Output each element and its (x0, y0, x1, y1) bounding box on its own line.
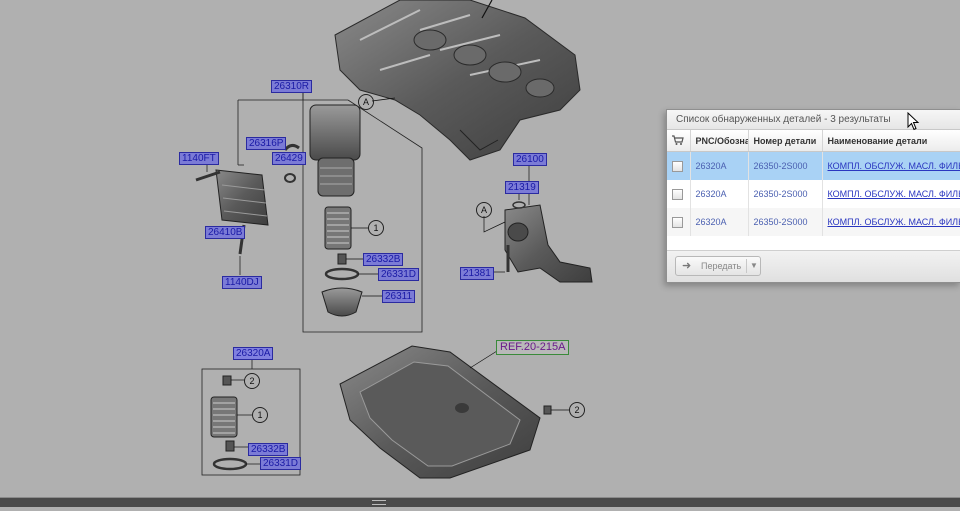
send-button-label: Передать (701, 261, 742, 271)
callout-26311[interactable]: 26311 (382, 290, 416, 303)
row-pnc: 26320A (690, 151, 749, 180)
callout-21319[interactable]: 21319 (505, 181, 539, 194)
mouse-cursor-icon (907, 112, 920, 131)
chevron-down-icon[interactable]: ▼ (750, 257, 758, 275)
table-row[interactable]: 26320A 26350-2S000 КОМПЛ. ОБСЛУЖ. МАСЛ. … (667, 208, 960, 236)
column-header-part-number[interactable]: Номер детали (748, 130, 823, 152)
marker-a-block: A (358, 94, 374, 110)
marker-2-right: 2 (569, 402, 585, 418)
row-part-name-link[interactable]: КОМПЛ. ОБСЛУЖ. МАСЛ. ФИЛЬТ (822, 180, 960, 208)
marker-1-bottom: 1 (252, 407, 268, 423)
row-checkbox-cell[interactable] (667, 208, 691, 236)
send-button[interactable]: ➜ Передать ▼ (675, 256, 761, 276)
row-part-name-link[interactable]: КОМПЛ. ОБСЛУЖ. МАСЛ. ФИЛЬТ (822, 151, 960, 180)
row-part-number: 26350-2S000 (748, 208, 823, 236)
callout-26332B-top[interactable]: 26332B (363, 253, 404, 266)
callout-26100[interactable]: 26100 (513, 153, 547, 166)
marker-a-pump: A (476, 202, 492, 218)
callout-26410B[interactable]: 26410B (205, 226, 246, 239)
results-table-container: PNC/Обозна Номер детали Наименование дет… (667, 130, 960, 250)
results-table: PNC/Обозна Номер детали Наименование дет… (667, 130, 960, 236)
row-checkbox[interactable] (672, 216, 683, 228)
row-checkbox[interactable] (672, 188, 683, 200)
panel-footer: ➜ Передать ▼ (667, 250, 960, 282)
callout-26320A[interactable]: 26320A (233, 347, 274, 360)
filter-housing-drawing (283, 104, 361, 197)
callout-21381[interactable]: 21381 (460, 267, 494, 280)
row-part-name-link[interactable]: КОМПЛ. ОБСЛУЖ. МАСЛ. ФИЛЬТ (822, 208, 960, 236)
table-row[interactable]: 26320A 26350-2S000 КОМПЛ. ОБСЛУЖ. МАСЛ. … (667, 180, 960, 208)
engine-block-drawing (334, 0, 581, 161)
callout-26316P[interactable]: 26316P (246, 137, 287, 150)
callout-26310R[interactable]: 26310R (271, 80, 313, 93)
row-part-number: 26350-2S000 (748, 151, 823, 180)
callout-26331D-top[interactable]: 26331D (378, 268, 420, 281)
column-header-cart[interactable] (667, 130, 691, 152)
row-checkbox[interactable] (672, 160, 683, 172)
row-checkbox-cell[interactable] (667, 180, 691, 208)
splitter-grip-icon[interactable] (372, 500, 386, 505)
table-row[interactable]: 26320A 26350-2S000 КОМПЛ. ОБСЛУЖ. МАСЛ. … (667, 151, 960, 180)
oil-pan-drawing (339, 345, 569, 479)
table-header-row: PNC/Обозна Номер детали Наименование дет… (667, 130, 960, 152)
oil-cooler-drawing (195, 165, 269, 275)
callout-26429[interactable]: 26429 (272, 152, 306, 165)
marker-2-left: 2 (244, 373, 260, 389)
row-part-number: 26350-2S000 (748, 180, 823, 208)
row-checkbox-cell[interactable] (667, 151, 691, 180)
callout-26331D-bottom[interactable]: 26331D (260, 457, 302, 470)
found-parts-panel: Список обнаруженных деталей - 3 результа… (666, 109, 960, 283)
cart-icon (672, 134, 684, 145)
button-divider (746, 259, 747, 273)
column-header-pnc[interactable]: PNC/Обозна (690, 130, 749, 152)
column-header-part-name[interactable]: Наименование детали (822, 130, 960, 152)
callout-1140FT[interactable]: 1140FT (179, 152, 219, 165)
callout-1140DJ[interactable]: 1140DJ (222, 276, 262, 289)
callout-reference[interactable]: REF.20-215A (496, 340, 570, 355)
callout-26332B-bottom[interactable]: 26332B (248, 443, 289, 456)
row-pnc: 26320A (690, 208, 749, 236)
row-pnc: 26320A (690, 180, 749, 208)
marker-1-top: 1 (368, 220, 384, 236)
forward-arrow-icon: ➜ (682, 260, 692, 272)
